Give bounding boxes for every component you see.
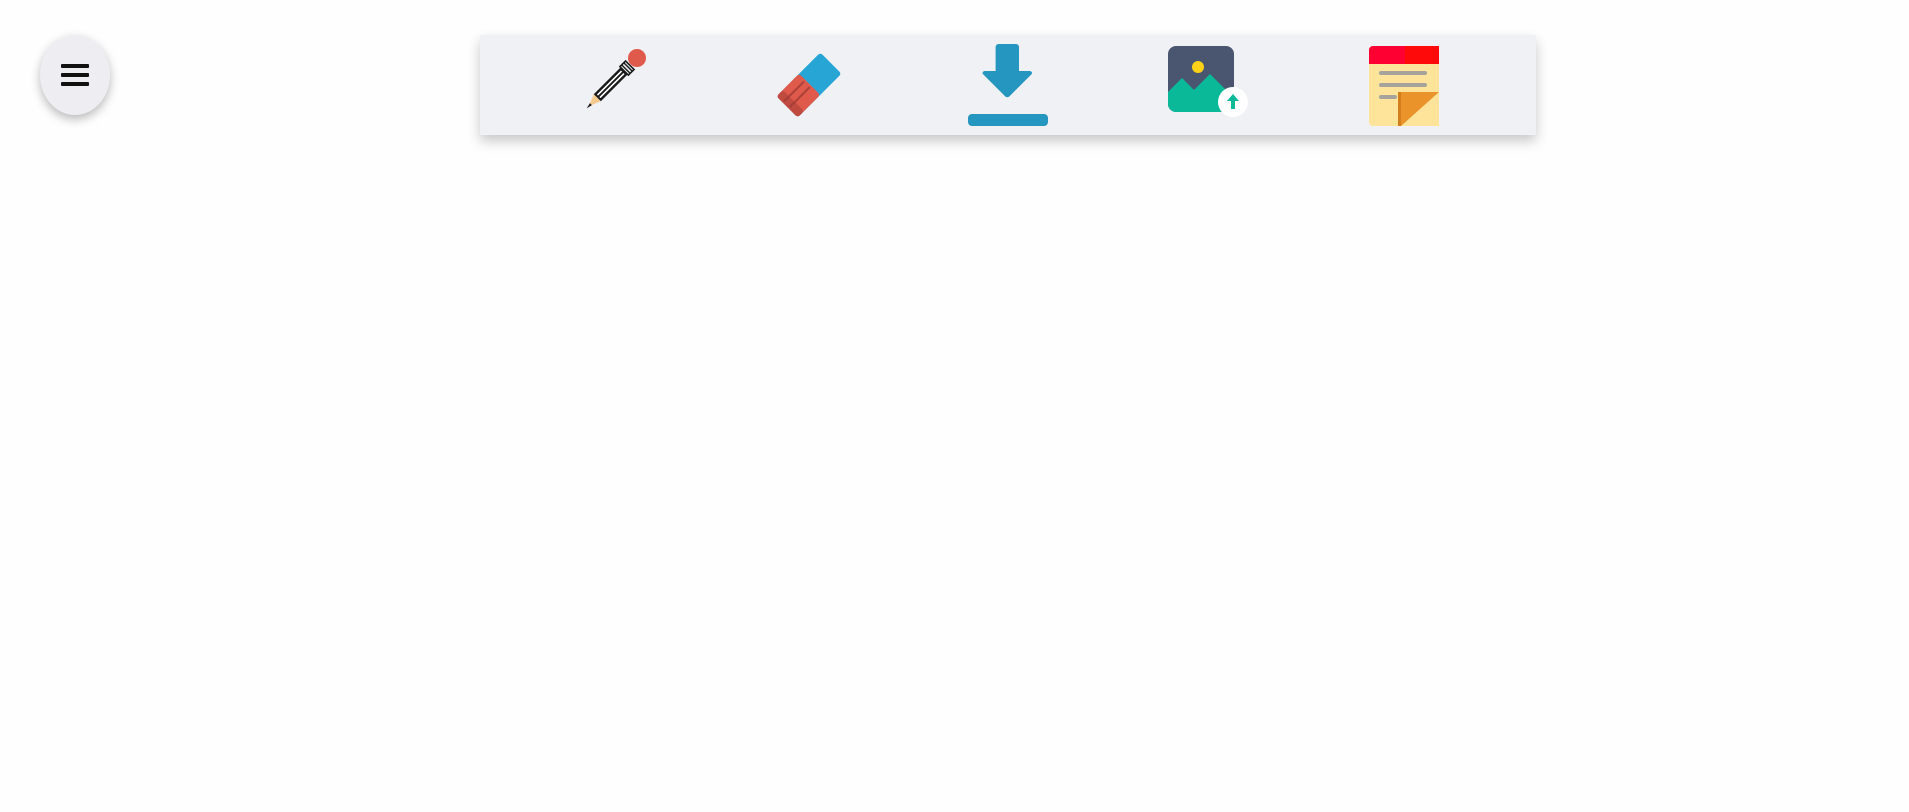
download-tool-button[interactable] bbox=[958, 35, 1058, 135]
menu-button[interactable] bbox=[40, 35, 110, 115]
upload-image-tool-button[interactable] bbox=[1157, 35, 1257, 135]
toolbar bbox=[480, 35, 1536, 135]
eraser-icon bbox=[766, 42, 852, 128]
sticky-note-icon bbox=[1363, 42, 1449, 128]
pencil-icon bbox=[572, 47, 648, 123]
pencil-tool-button[interactable] bbox=[560, 35, 660, 135]
download-icon bbox=[965, 42, 1051, 128]
hamburger-menu-icon bbox=[61, 63, 89, 87]
sticky-note-tool-button[interactable] bbox=[1356, 35, 1456, 135]
image-upload-icon bbox=[1164, 42, 1250, 128]
canvas-page[interactable] bbox=[0, 0, 1909, 812]
eraser-tool-button[interactable] bbox=[759, 35, 859, 135]
